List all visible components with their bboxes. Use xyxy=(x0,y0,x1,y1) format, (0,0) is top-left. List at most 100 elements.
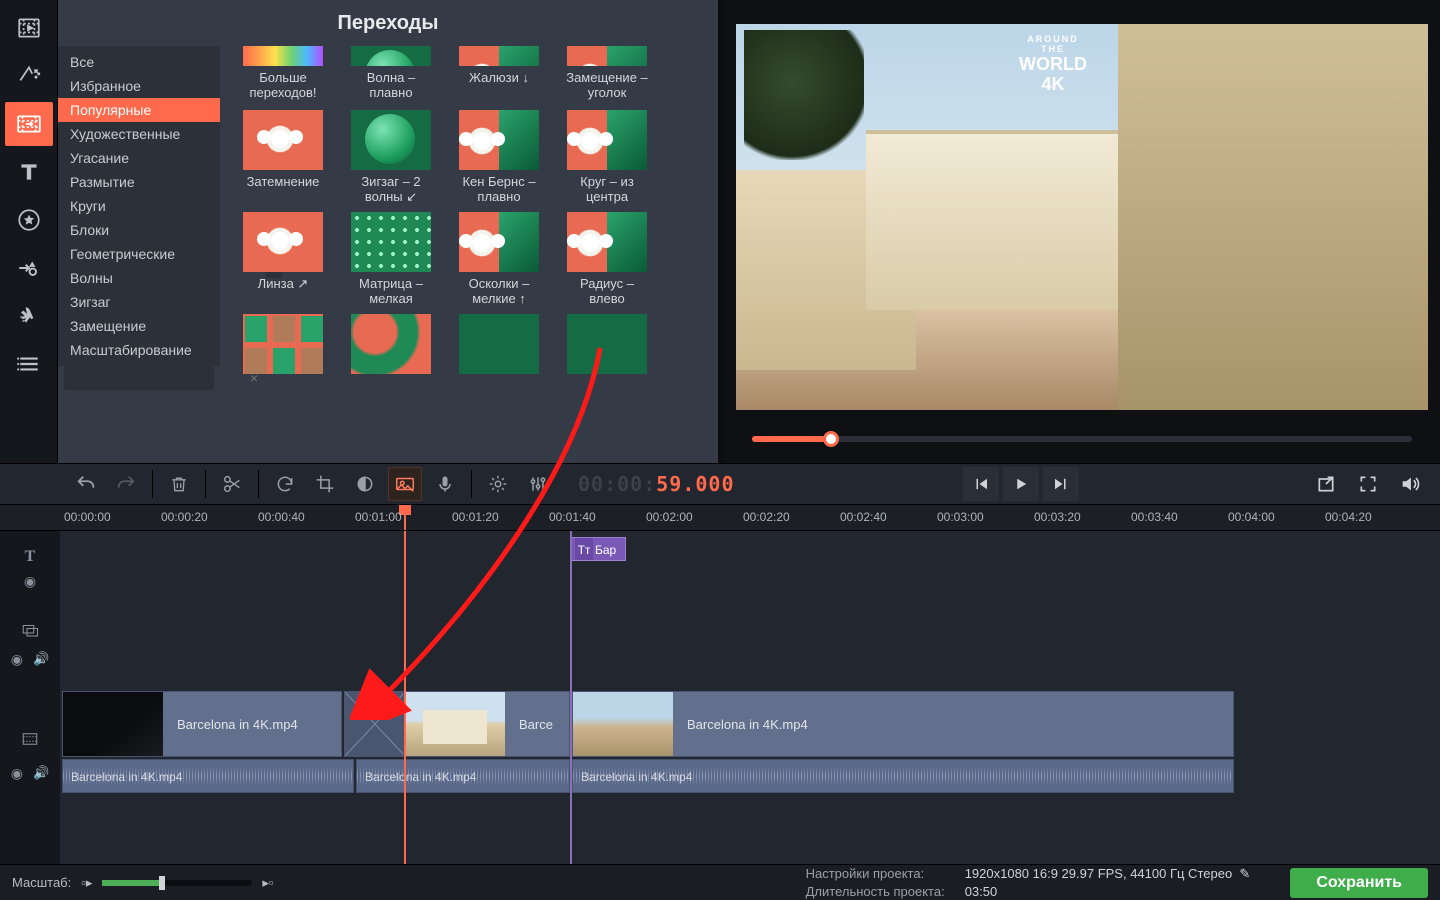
project-info: Настройки проекта: 1920x1080 16:9 29.97 … xyxy=(806,866,1251,899)
prev-frame-button[interactable] xyxy=(963,467,999,501)
transition-item[interactable] xyxy=(454,314,544,408)
category-item[interactable]: Зигзаг xyxy=(58,290,220,314)
category-item[interactable]: Избранное xyxy=(58,74,220,98)
record-audio-button[interactable] xyxy=(428,467,462,501)
video-clip[interactable]: Barcelona in 4K.mp4 xyxy=(62,691,342,757)
transition-label: Жалюзи ↓ xyxy=(469,70,529,102)
overlay-track-header[interactable] xyxy=(0,615,60,645)
next-frame-button[interactable] xyxy=(1043,467,1079,501)
ruler-label: 00:01:20 xyxy=(452,510,499,524)
title-track-visibility[interactable]: ◉ xyxy=(0,571,60,591)
ruler-label: 00:00:40 xyxy=(258,510,305,524)
category-item[interactable]: Блоки xyxy=(58,218,220,242)
transition-item[interactable]: Матрица – мелкая xyxy=(346,212,436,306)
timecode-display: 00:00:59.000 xyxy=(578,472,735,496)
category-item[interactable]: Угасание xyxy=(58,146,220,170)
category-item[interactable]: Популярные xyxy=(58,98,220,122)
zoom-slider[interactable] xyxy=(102,880,252,886)
crop-button[interactable] xyxy=(308,467,342,501)
titles-tool[interactable] xyxy=(5,150,53,194)
transition-item[interactable]: Замещение – уголок xyxy=(562,46,652,102)
transition-item[interactable]: Линза ↗ xyxy=(238,212,328,306)
playhead-line[interactable] xyxy=(404,531,406,864)
video-clip[interactable]: Barcelona in 4K.mp4 xyxy=(572,691,1234,757)
category-item[interactable]: Масштабирование xyxy=(58,338,220,362)
save-button[interactable]: Сохранить xyxy=(1290,868,1428,898)
transition-item[interactable]: Жалюзи ↓ xyxy=(454,46,544,102)
transition-item[interactable] xyxy=(346,314,436,408)
ruler-label: 00:00:20 xyxy=(161,510,208,524)
transition-item[interactable]: Круг – из центра xyxy=(562,110,652,204)
transition-item[interactable]: Волна – плавно xyxy=(346,46,436,102)
volume-button[interactable] xyxy=(1392,467,1428,501)
media-tool[interactable] xyxy=(5,6,53,50)
zoom-label: Масштаб: xyxy=(12,875,71,890)
ruler-label: 00:03:20 xyxy=(1034,510,1081,524)
transition-clip[interactable] xyxy=(344,691,404,757)
watermark-4k: AROUND THEWORLD 4K xyxy=(1018,34,1088,80)
status-bar: Масштаб: ▫▸ ▸▫ Настройки проекта: 1920x1… xyxy=(0,864,1440,900)
timeline: 00:00:0000:00:2000:00:4000:01:0000:01:20… xyxy=(0,505,1440,864)
clip-properties-button[interactable] xyxy=(481,467,515,501)
split-button[interactable] xyxy=(215,467,249,501)
equalizer-button[interactable] xyxy=(521,467,555,501)
transition-item[interactable]: Больше переходов! xyxy=(238,46,328,102)
video-clip[interactable]: Barce xyxy=(404,691,570,757)
transition-item[interactable]: Зигзаг – 2 волны ↙ xyxy=(346,110,436,204)
transition-item[interactable]: Осколки – мелкие ↑ xyxy=(454,212,544,306)
category-item[interactable]: Круги xyxy=(58,194,220,218)
transition-label: Осколки – мелкие ↑ xyxy=(454,276,544,306)
transitions-tool[interactable] xyxy=(5,102,53,146)
transition-item[interactable] xyxy=(562,314,652,408)
transition-item[interactable]: Затемнение xyxy=(238,110,328,204)
undo-button[interactable] xyxy=(69,467,103,501)
transition-wizard-button[interactable] xyxy=(388,467,422,501)
action-bar: 00:00:59.000 xyxy=(0,463,1440,505)
transition-grid: Больше переходов! Волна – плавно Жалюзи ↓ З… xyxy=(238,46,712,408)
category-item[interactable]: Размытие xyxy=(58,170,220,194)
transition-item[interactable] xyxy=(238,314,328,408)
color-button[interactable] xyxy=(348,467,382,501)
video-track-header[interactable] xyxy=(0,719,60,759)
category-item[interactable]: Геометрические xyxy=(58,242,220,266)
preview-video[interactable]: AROUND THEWORLD 4K xyxy=(736,24,1428,410)
ruler-label: 00:03:00 xyxy=(937,510,984,524)
video-track-controls[interactable]: ◉🔊 xyxy=(0,763,60,783)
transition-item[interactable]: Кен Бернс – плавно xyxy=(454,110,544,204)
animation-tool[interactable] xyxy=(5,294,53,338)
title-clip[interactable]: TᴛБар xyxy=(570,537,626,561)
audio-clip[interactable]: Barcelona in 4K.mp4 xyxy=(356,759,570,793)
play-button[interactable] xyxy=(1003,467,1039,501)
category-item[interactable]: Все xyxy=(58,50,220,74)
title-track-header[interactable]: T xyxy=(0,545,60,569)
overlay-track-controls[interactable]: ◉🔊 xyxy=(0,649,60,669)
ruler-label: 00:01:00 xyxy=(355,510,402,524)
filters-tool[interactable] xyxy=(5,54,53,98)
transition-label: Кен Бернс – плавно xyxy=(454,174,544,204)
preview-seek-bar[interactable] xyxy=(752,436,1412,442)
ruler-label: 00:01:40 xyxy=(549,510,596,524)
redo-button[interactable] xyxy=(109,467,143,501)
category-item[interactable]: Художественные xyxy=(58,122,220,146)
zoom-in-icon[interactable]: ▸▫ xyxy=(262,875,273,891)
audio-clip[interactable]: Barcelona in 4K.mp4 xyxy=(572,759,1234,793)
zoom-out-icon[interactable]: ▫▸ xyxy=(81,875,92,891)
fullscreen-button[interactable] xyxy=(1350,467,1386,501)
more-tool[interactable] xyxy=(5,342,53,386)
transition-label: Линза ↗ xyxy=(258,276,309,306)
transition-item[interactable]: Радиус – влево xyxy=(562,212,652,306)
playhead-marker[interactable] xyxy=(404,505,406,530)
edit-settings-button[interactable]: ✎ xyxy=(1239,866,1250,881)
transition-label: Волна – плавно xyxy=(346,70,436,102)
rotate-button[interactable] xyxy=(268,467,302,501)
callouts-tool[interactable] xyxy=(5,246,53,290)
category-item[interactable]: Волны xyxy=(58,266,220,290)
ruler-label: 00:04:20 xyxy=(1325,510,1372,524)
timeline-ruler[interactable]: 00:00:0000:00:2000:00:4000:01:0000:01:20… xyxy=(0,505,1440,531)
category-item[interactable]: Замещение xyxy=(58,314,220,338)
delete-button[interactable] xyxy=(162,467,196,501)
transition-label: Затемнение xyxy=(247,174,320,204)
stickers-tool[interactable] xyxy=(5,198,53,242)
audio-clip[interactable]: Barcelona in 4K.mp4 xyxy=(62,759,354,793)
popout-button[interactable] xyxy=(1308,467,1344,501)
